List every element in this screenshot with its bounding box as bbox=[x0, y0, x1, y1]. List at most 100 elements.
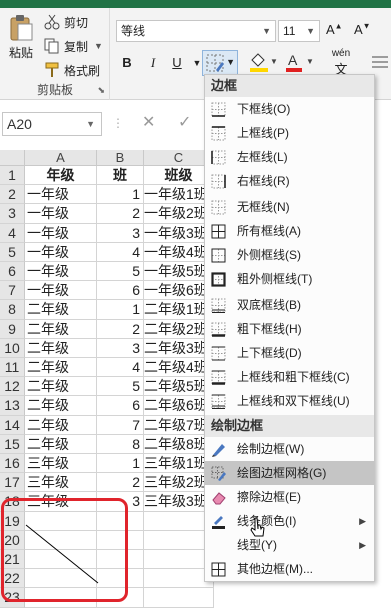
border-button[interactable]: ▼ bbox=[202, 50, 238, 76]
underline-button[interactable]: U bbox=[166, 52, 188, 74]
menu-item-thick-bottom-border[interactable]: 粗下框线(H) bbox=[205, 317, 374, 341]
row-header[interactable]: 9 bbox=[0, 319, 25, 339]
grid-cell[interactable]: 二年级 bbox=[25, 358, 97, 378]
font-name-select[interactable]: 等线 ▼ bbox=[116, 20, 276, 42]
column-header[interactable]: A bbox=[25, 150, 97, 166]
cancel-entry-button[interactable]: ✕ bbox=[142, 112, 155, 132]
grid-cell[interactable]: 一年级 bbox=[25, 204, 97, 224]
menu-item-label: 绘制边框(W) bbox=[237, 442, 305, 456]
grid-cell[interactable]: 一年级 bbox=[25, 281, 97, 301]
header-cell[interactable]: 班 bbox=[97, 166, 144, 186]
border-icon bbox=[206, 54, 224, 75]
menu-item-outside-borders[interactable]: 外侧框线(S) bbox=[205, 243, 374, 267]
row-header[interactable]: 8 bbox=[0, 300, 25, 320]
menu-item-draw-border-grid[interactable]: 绘图边框网格(G) bbox=[205, 461, 374, 485]
grid-cell[interactable]: 3 bbox=[97, 338, 144, 358]
grid-cell[interactable]: 3 bbox=[97, 223, 144, 243]
row-header[interactable]: 5 bbox=[0, 242, 25, 262]
grid-cell[interactable]: 二年级 bbox=[25, 415, 97, 435]
grid-cell[interactable]: 2 bbox=[97, 319, 144, 339]
grid-cell[interactable]: 1 bbox=[97, 454, 144, 474]
menu-item-all-borders[interactable]: 所有框线(A) bbox=[205, 219, 374, 243]
font-color-button[interactable]: A ▼ bbox=[284, 52, 314, 74]
row-header[interactable]: 15 bbox=[0, 434, 25, 454]
column-header[interactable]: B bbox=[97, 150, 144, 166]
grow-font-button[interactable]: A▲ bbox=[326, 22, 343, 37]
grid-cell[interactable]: 1 bbox=[97, 185, 144, 205]
menu-item-bottom-border[interactable]: 下框线(O) bbox=[205, 97, 374, 121]
copy-dropdown-icon[interactable]: ▼ bbox=[94, 41, 103, 51]
menu-item-right-border[interactable]: 右框线(R) bbox=[205, 169, 374, 193]
menu-item-top-bottom-border[interactable]: 上下框线(D) bbox=[205, 341, 374, 365]
grid-cell[interactable]: 一年级 bbox=[25, 223, 97, 243]
grid-cell[interactable]: 二年级 bbox=[25, 338, 97, 358]
grid-cell[interactable]: 8 bbox=[97, 434, 144, 454]
row-header[interactable]: 1 bbox=[0, 166, 25, 186]
row-header[interactable]: 12 bbox=[0, 377, 25, 397]
row-header[interactable]: 17 bbox=[0, 473, 25, 493]
row-header[interactable]: 4 bbox=[0, 223, 25, 243]
clipboard-launcher-icon[interactable]: ⬊ bbox=[97, 85, 105, 96]
row-header[interactable]: 10 bbox=[0, 338, 25, 358]
copy-button[interactable]: 复制 ▼ bbox=[44, 36, 103, 56]
grid-cell[interactable]: 三年级 bbox=[25, 473, 97, 493]
grid-cell[interactable]: 4 bbox=[97, 358, 144, 378]
grid-cell[interactable]: 2 bbox=[97, 204, 144, 224]
grid-cell[interactable]: 一年级 bbox=[25, 262, 97, 282]
name-box[interactable]: A20 ▼ bbox=[2, 112, 102, 136]
grid-cell[interactable] bbox=[144, 588, 214, 608]
scissors-icon bbox=[44, 14, 60, 30]
fill-color-button[interactable]: ▼ bbox=[248, 52, 278, 74]
cut-button[interactable]: 剪切 bbox=[44, 12, 88, 32]
menu-item-top-double-bottom-border[interactable]: 上框线和双下框线(U) bbox=[205, 389, 374, 413]
grid-cell[interactable]: 二年级 bbox=[25, 396, 97, 416]
row-header[interactable]: 13 bbox=[0, 396, 25, 416]
menu-item-line-style[interactable]: 线型(Y) ▶ bbox=[205, 533, 374, 557]
grid-cell[interactable]: 一年级 bbox=[25, 242, 97, 262]
paste-button[interactable]: 粘贴 bbox=[4, 14, 38, 74]
grid-cell[interactable]: 6 bbox=[97, 281, 144, 301]
grid-cell[interactable]: 5 bbox=[97, 262, 144, 282]
header-cell[interactable]: 年级 bbox=[25, 166, 97, 186]
menu-item-top-border[interactable]: 上框线(P) bbox=[205, 121, 374, 145]
bold-button[interactable]: B bbox=[116, 52, 138, 74]
confirm-entry-button[interactable]: ✓ bbox=[178, 112, 191, 132]
grid-cell[interactable]: 2 bbox=[97, 473, 144, 493]
no-border-icon bbox=[211, 199, 226, 215]
font-size-select[interactable]: 11 ▼ bbox=[278, 20, 320, 42]
grid-cell[interactable]: 6 bbox=[97, 396, 144, 416]
grid-cell[interactable]: 4 bbox=[97, 242, 144, 262]
grid-cell[interactable]: 二年级 bbox=[25, 434, 97, 454]
menu-item-more-borders[interactable]: 其他边框(M)... bbox=[205, 557, 374, 581]
row-header[interactable]: 2 bbox=[0, 185, 25, 205]
italic-button[interactable]: I bbox=[142, 52, 164, 74]
menu-item-draw-border[interactable]: 绘制边框(W) bbox=[205, 437, 374, 461]
phonetic-button[interactable]: wén 文 bbox=[328, 48, 354, 77]
align-button[interactable] bbox=[370, 52, 390, 74]
menu-item-eraser[interactable]: 擦除边框(E) bbox=[205, 485, 374, 509]
menu-item-left-border[interactable]: 左框线(L) bbox=[205, 145, 374, 169]
menu-item-double-bottom-border[interactable]: 双底框线(B) bbox=[205, 293, 374, 317]
row-header[interactable]: 16 bbox=[0, 454, 25, 474]
format-painter-button[interactable]: 格式刷 bbox=[44, 60, 100, 80]
row-header[interactable]: 14 bbox=[0, 415, 25, 435]
copy-icon bbox=[44, 38, 60, 54]
row-header[interactable]: 7 bbox=[0, 281, 25, 301]
grid-cell[interactable]: 三年级 bbox=[25, 454, 97, 474]
shrink-font-button[interactable]: A▼ bbox=[354, 22, 371, 37]
menu-item-no-border[interactable]: 无框线(N) bbox=[205, 195, 374, 219]
row-header[interactable]: 11 bbox=[0, 358, 25, 378]
grid-cell[interactable]: 7 bbox=[97, 415, 144, 435]
grid-cell[interactable]: 二年级 bbox=[25, 300, 97, 320]
menu-item-thick-outside-borders[interactable]: 粗外侧框线(T) bbox=[205, 267, 374, 291]
select-all-corner[interactable] bbox=[0, 150, 25, 166]
menu-item-line-color[interactable]: 线条颜色(I) ▶ bbox=[205, 509, 374, 533]
grid-cell[interactable]: 一年级 bbox=[25, 185, 97, 205]
grid-cell[interactable]: 1 bbox=[97, 300, 144, 320]
row-header[interactable]: 3 bbox=[0, 204, 25, 224]
grid-cell[interactable]: 二年级 bbox=[25, 377, 97, 397]
grid-cell[interactable]: 二年级 bbox=[25, 319, 97, 339]
menu-item-top-thick-bottom-border[interactable]: 上框线和粗下框线(C) bbox=[205, 365, 374, 389]
grid-cell[interactable]: 5 bbox=[97, 377, 144, 397]
row-header[interactable]: 6 bbox=[0, 262, 25, 282]
